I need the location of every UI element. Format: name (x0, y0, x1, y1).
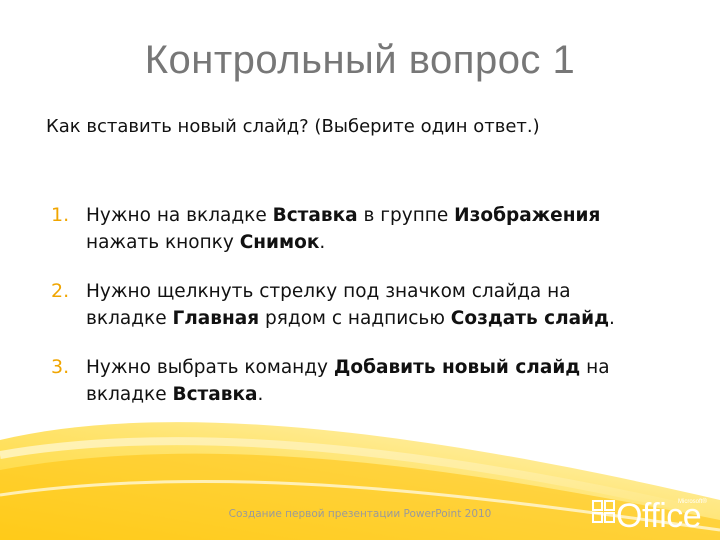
answer-bold-term: Создать слайд (450, 308, 610, 329)
answer-item-1: 1. Нужно на вкладке Вставка в группе Изо… (46, 202, 686, 256)
answer-bold-term: Главная (172, 308, 260, 329)
answer-text: рядом с надписью (259, 308, 451, 329)
answer-text: вкладке (86, 384, 173, 405)
answer-text: . (257, 384, 264, 405)
answer-bold-term: Изображения (454, 205, 601, 226)
answer-number: 2. (51, 280, 70, 302)
answer-bold-term: Снимок (239, 232, 320, 253)
office-logo: Microsoft® Office (590, 495, 712, 535)
answer-number: 1. (51, 204, 70, 226)
office-logo-icon (592, 500, 615, 523)
answer-bold-term: Вставка (172, 384, 258, 405)
answer-text: Нужно щелкнуть стрелку под значком слайд… (86, 281, 571, 302)
answer-list: 1. Нужно на вкладке Вставка в группе Изо… (46, 202, 686, 430)
answer-text: Нужно на вкладке (86, 205, 273, 226)
answer-item-3: 3. Нужно выбрать команду Добавить новый … (46, 354, 686, 408)
answer-text: на (580, 357, 610, 378)
answer-bold-term: Добавить новый слайд (333, 357, 581, 378)
answer-text: вкладке (86, 308, 173, 329)
answer-item-2: 2. Нужно щелкнуть стрелку под значком сл… (46, 278, 686, 332)
answer-text: . (319, 232, 326, 253)
slide: Контрольный вопрос 1 Как вставить новый … (0, 0, 720, 540)
slide-title: Контрольный вопрос 1 (144, 38, 576, 82)
answer-number: 3. (51, 356, 70, 378)
answer-text: . (609, 308, 615, 329)
question-text: Как вставить новый слайд? (Выберите один… (46, 116, 540, 137)
answer-bold-term: Вставка (272, 205, 358, 226)
logo-word: Office (616, 497, 702, 535)
answer-text: Нужно выбрать команду (86, 357, 334, 378)
answer-text: в группе (357, 205, 455, 226)
answer-text: нажать кнопку (86, 232, 240, 253)
